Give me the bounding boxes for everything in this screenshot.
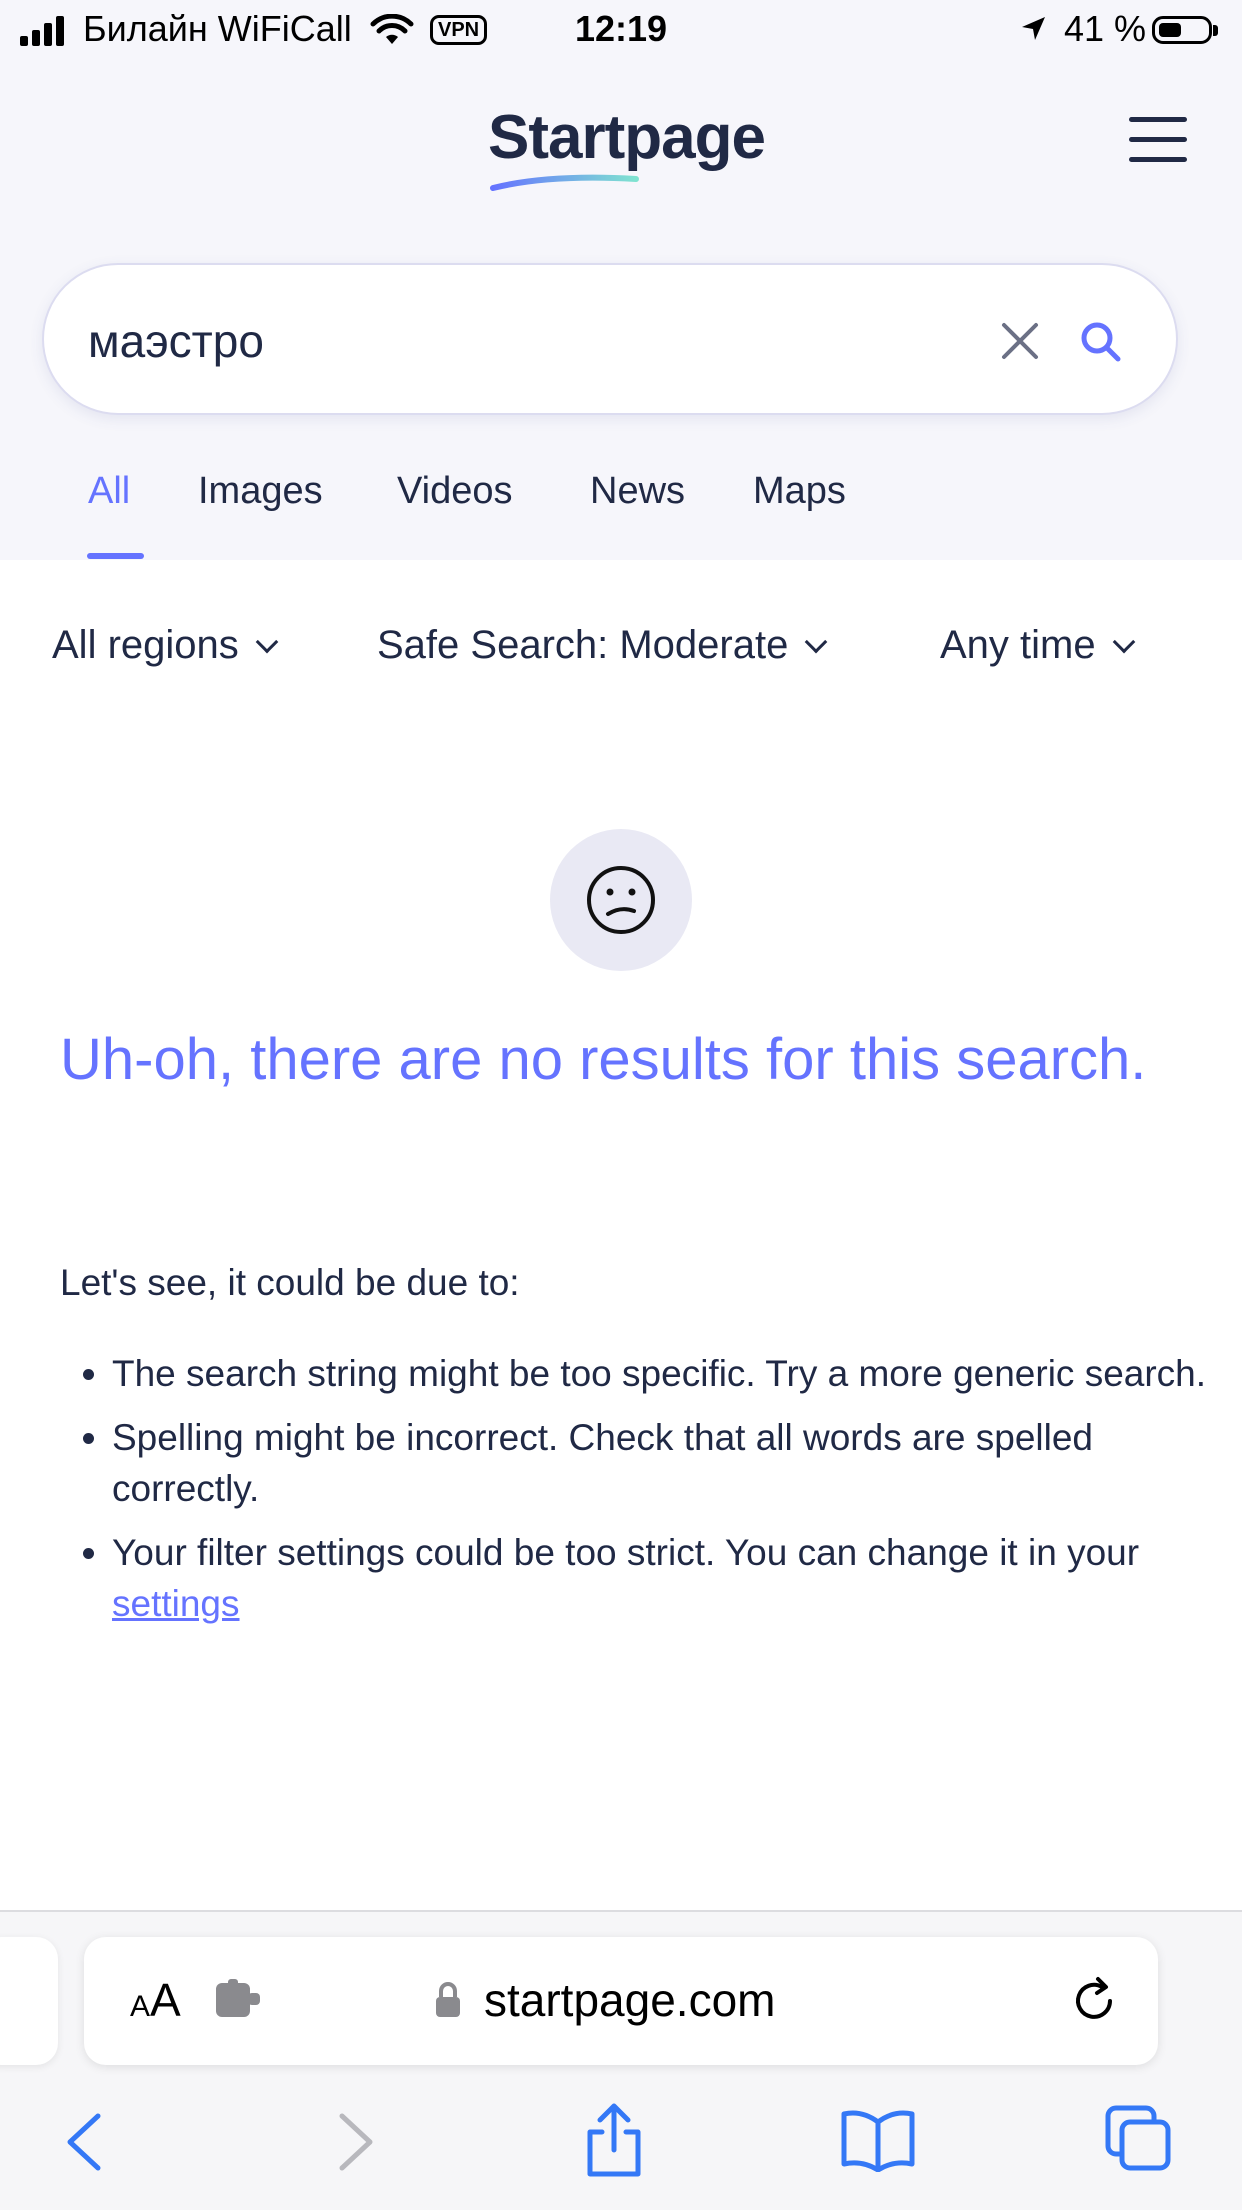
- url-text: startpage.com: [484, 1974, 776, 2026]
- cellular-signal-icon: [20, 16, 68, 46]
- time-filter[interactable]: Any time: [940, 623, 1135, 668]
- back-icon[interactable]: [62, 2112, 106, 2172]
- reasons-intro: Let's see, it could be due to:: [60, 1262, 520, 1303]
- tab-videos[interactable]: Videos: [397, 470, 513, 513]
- list-item: Your filter settings could be too strict…: [112, 1527, 1222, 1629]
- logo-text: Startpage: [488, 103, 766, 172]
- chevron-down-icon: [255, 630, 279, 654]
- battery-percent: 41 %: [1064, 8, 1147, 49]
- tab-all[interactable]: All: [88, 470, 130, 513]
- tabs-icon[interactable]: [1104, 2104, 1174, 2174]
- wifi-icon: [370, 14, 414, 44]
- text-size-button[interactable]: AA: [130, 1973, 181, 2027]
- carrier-name: Билайн WiFiCall: [83, 8, 352, 49]
- region-filter[interactable]: All regions: [52, 623, 279, 668]
- address-bar[interactable]: AA startpage.com: [84, 1937, 1158, 2065]
- time-filter-label: Any time: [940, 623, 1096, 667]
- active-tab-indicator: [87, 553, 144, 559]
- close-icon[interactable]: [1000, 321, 1040, 361]
- vpn-badge: VPN: [430, 15, 488, 45]
- share-icon[interactable]: [582, 2100, 646, 2180]
- tab-images[interactable]: Images: [198, 470, 323, 513]
- reasons-list: The search string might be too specific.…: [60, 1348, 1222, 1642]
- extension-icon[interactable]: [214, 1979, 264, 2021]
- list-item: The search string might be too specific.…: [112, 1348, 1222, 1399]
- startpage-logo[interactable]: Startpage: [488, 102, 808, 202]
- tab-news[interactable]: News: [590, 470, 685, 513]
- chevron-down-icon: [805, 630, 828, 654]
- forward-icon[interactable]: [334, 2112, 378, 2172]
- location-arrow-icon: [1022, 17, 1045, 40]
- sad-face-badge: [550, 829, 692, 971]
- lock-icon: [436, 1982, 460, 2017]
- bookmarks-icon[interactable]: [838, 2108, 918, 2172]
- sad-face-icon: [587, 866, 655, 934]
- safe-search-filter[interactable]: Safe Search: Moderate: [377, 623, 828, 668]
- reason-text: Your filter settings could be too strict…: [112, 1532, 1140, 1573]
- reload-icon[interactable]: [1068, 1975, 1120, 2027]
- safe-search-label: Safe Search: Moderate: [377, 623, 789, 667]
- list-item: Spelling might be incorrect. Check that …: [112, 1412, 1222, 1514]
- reason-text: Spelling might be incorrect. Check that …: [112, 1417, 1093, 1509]
- search-icon[interactable]: [1080, 321, 1122, 363]
- battery-icon: [1152, 16, 1212, 44]
- logo-swoosh-icon: [490, 174, 639, 191]
- tab-maps[interactable]: Maps: [753, 470, 846, 513]
- previous-tab-preview[interactable]: [0, 1937, 58, 2065]
- region-filter-label: All regions: [52, 623, 239, 667]
- hamburger-menu-icon[interactable]: [1129, 117, 1187, 163]
- settings-link[interactable]: settings: [112, 1583, 240, 1624]
- status-bar: Билайн WiFiCall VPN 12:19 41 %: [0, 0, 1242, 62]
- search-box: [42, 263, 1178, 415]
- clock: 12:19: [575, 8, 668, 49]
- no-results-headline: Uh-oh, there are no results for this sea…: [60, 1027, 1147, 1092]
- search-input[interactable]: [88, 301, 968, 381]
- reason-text: The search string might be too specific.…: [112, 1353, 1207, 1394]
- battery-tip: [1213, 25, 1218, 36]
- chevron-down-icon: [1112, 630, 1135, 654]
